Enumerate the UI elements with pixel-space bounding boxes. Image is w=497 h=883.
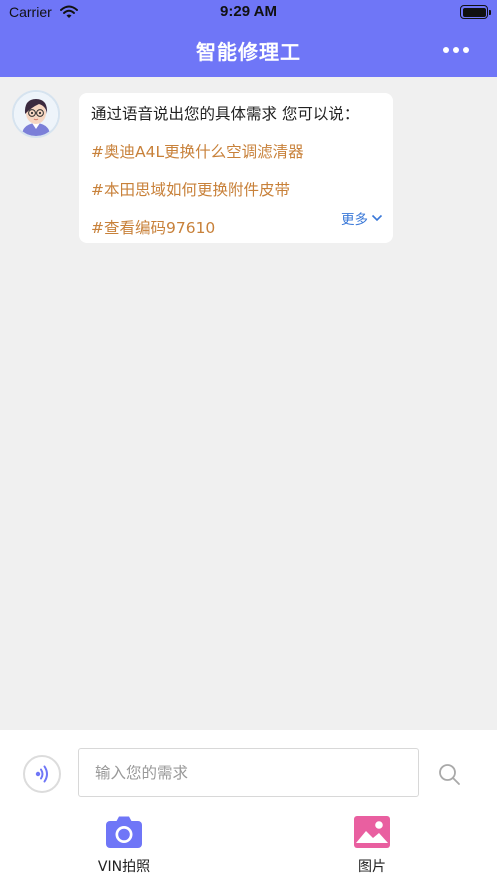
more-dots-icon[interactable] xyxy=(443,46,469,54)
more-suggestions-button[interactable]: 更多 xyxy=(341,208,383,228)
header: Carrier 9:29 AM 智能修理工 xyxy=(0,0,497,77)
voice-icon xyxy=(35,765,48,783)
search-input[interactable] xyxy=(78,748,419,797)
assistant-avatar xyxy=(12,90,60,138)
image-icon xyxy=(354,816,390,848)
assistant-intro-text: 通过语音说出您的具体需求 您可以说： xyxy=(91,105,360,123)
voice-input-button[interactable] xyxy=(23,755,61,793)
search-icon[interactable] xyxy=(437,762,461,786)
chevron-down-icon xyxy=(371,214,383,222)
camera-icon xyxy=(106,816,142,848)
battery-icon xyxy=(460,5,491,19)
suggestion-link[interactable]: #奥迪A4L更换什么空调滤清器 xyxy=(91,140,304,162)
vin-photo-button[interactable]: VIN拍照 xyxy=(74,810,174,880)
chat-area: 通过语音说出您的具体需求 您可以说： #奥迪A4L更换什么空调滤清器 #本田思域… xyxy=(0,77,497,730)
suggestion-link[interactable]: #本田思域如何更换附件皮带 xyxy=(91,178,290,200)
assistant-message-bubble: 通过语音说出您的具体需求 您可以说： #奥迪A4L更换什么空调滤清器 #本田思域… xyxy=(79,93,393,243)
more-label: 更多 xyxy=(341,212,368,228)
vin-photo-label: VIN拍照 xyxy=(97,859,151,875)
image-button[interactable]: 图片 xyxy=(322,810,422,880)
page-title: 智能修理工 xyxy=(196,40,301,64)
image-label: 图片 xyxy=(358,859,386,875)
clock: 9:29 AM xyxy=(220,3,277,20)
status-bar: Carrier 9:29 AM xyxy=(0,0,497,26)
suggestion-link[interactable]: #查看编码97610 xyxy=(91,216,215,238)
input-toolbar: VIN拍照 图片 xyxy=(0,730,497,883)
